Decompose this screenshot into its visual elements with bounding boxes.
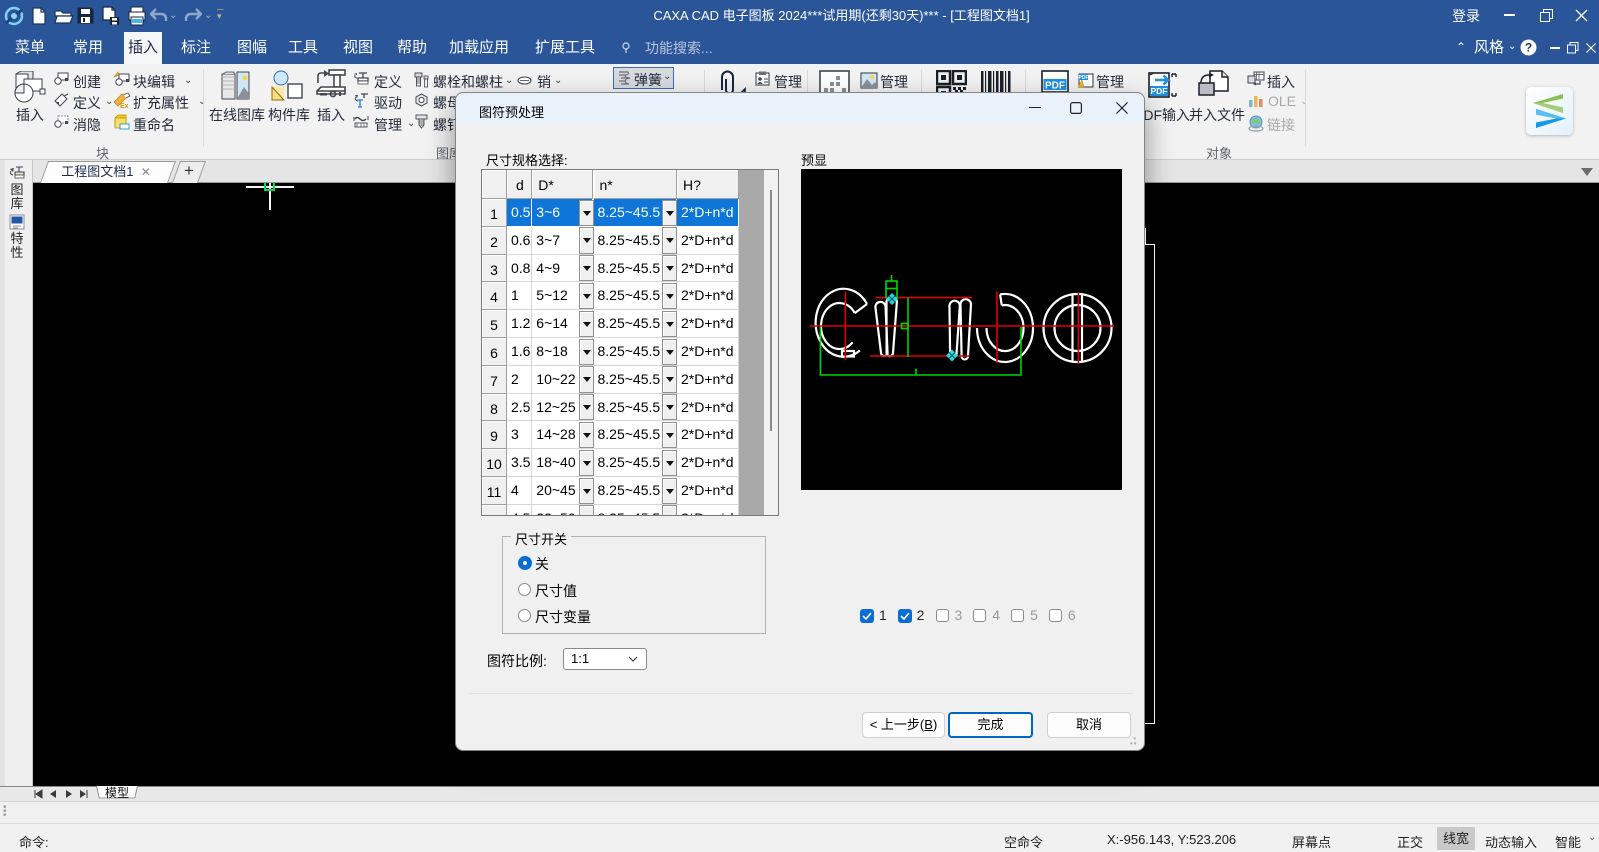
- svg-text:Ex: Ex: [120, 103, 129, 109]
- svg-text:PDF: PDF: [1045, 81, 1065, 92]
- svg-text:PDF: PDF: [1079, 75, 1089, 81]
- svg-text:?: ?: [1525, 41, 1532, 55]
- svg-text:PDF: PDF: [1151, 86, 1168, 96]
